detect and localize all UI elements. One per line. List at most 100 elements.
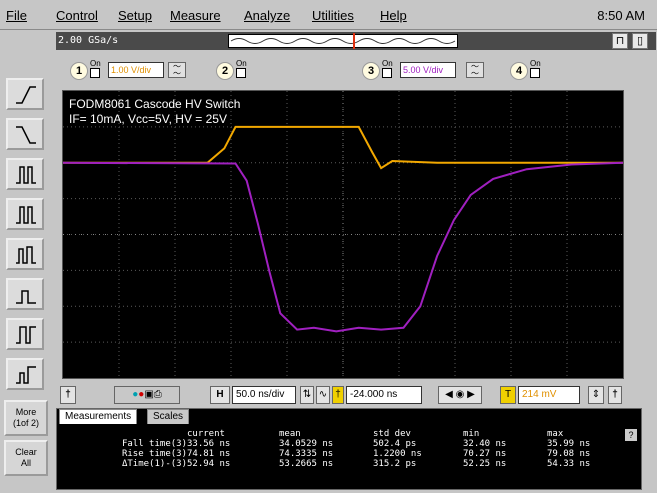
- row-label: ΔTime(1)-(3): [121, 459, 187, 469]
- trigger-toolbar: More (1of 2) Clear All: [0, 36, 52, 493]
- delay-input[interactable]: -24.000 ns: [346, 386, 422, 404]
- cell-current: 74.81 ns: [187, 449, 231, 459]
- print-icon[interactable]: ⎙: [154, 389, 162, 400]
- cell-std-dev: 502.4 ps: [373, 439, 417, 449]
- cell-min: 52.25 ns: [463, 459, 507, 469]
- memory-bar[interactable]: [228, 33, 458, 49]
- trigger-level-stepper[interactable]: ⇕: [588, 386, 604, 404]
- trigger-marker-button[interactable]: †: [608, 386, 622, 404]
- channel-1-button[interactable]: 1: [70, 62, 88, 80]
- trigger-level-button[interactable]: T: [500, 386, 516, 404]
- glitch-trigger-button[interactable]: [6, 238, 44, 270]
- rising-edge-trigger-button[interactable]: [6, 78, 44, 110]
- run-mode-button[interactable]: ⊓: [612, 33, 628, 49]
- channel-3-on-checkbox[interactable]: On: [382, 59, 402, 81]
- channel-1-scale-input[interactable]: 1.00 V/div: [108, 62, 164, 78]
- cell-min: 32.40 ns: [463, 439, 507, 449]
- cell-mean: 34.0529 ns: [279, 439, 334, 449]
- cell-mean: 74.3335 ns: [279, 449, 334, 459]
- table-row[interactable]: Fall time(3) 33.56 ns 34.0529 ns 502.4 p…: [57, 439, 643, 449]
- marker-button[interactable]: †: [60, 386, 76, 404]
- timebase-input[interactable]: 50.0 ns/div: [232, 386, 296, 404]
- channel-2-on-label: On: [236, 59, 247, 68]
- channel-2-on-checkbox[interactable]: On: [236, 59, 256, 81]
- more-page-label: (1of 2): [12, 418, 39, 428]
- header-min: min: [463, 429, 480, 439]
- timeout-icon: [16, 326, 36, 344]
- delay-nav-buttons[interactable]: ◀ ◉ ▶: [438, 386, 482, 404]
- menu-help[interactable]: Help: [380, 8, 407, 23]
- memory-waveform-icon: [230, 38, 456, 44]
- horizontal-bar: † ●●▣⎙ H 50.0 ns/div ⇅ ∿ † -24.000 ns ◀ …: [56, 382, 656, 408]
- cell-max: 79.08 ns: [547, 449, 591, 459]
- acquisition-bar: 2.00 GSa/s ⊓ ▯: [56, 32, 656, 50]
- more-button[interactable]: More (1of 2): [4, 400, 48, 436]
- channel-4-button[interactable]: 4: [510, 62, 528, 80]
- pulse-trigger-button[interactable]: [6, 158, 44, 190]
- glitch-icon: [16, 246, 36, 264]
- timebase-fine-button[interactable]: ∿: [316, 386, 330, 404]
- pulse-icon: [16, 166, 36, 184]
- clear-all-label: All: [20, 458, 31, 468]
- timebase-up-button[interactable]: ⇅: [300, 386, 314, 404]
- more-label: More: [15, 407, 37, 417]
- falling-edge-icon: [16, 126, 36, 144]
- measurement-panel: Measurements Scales ? current mean std d…: [56, 408, 642, 490]
- horizontal-button[interactable]: H: [210, 386, 230, 404]
- table-row[interactable]: ΔTime(1)-(3) 52.94 ns 53.2665 ns 315.2 p…: [57, 459, 643, 469]
- falling-edge-trigger-button[interactable]: [6, 118, 44, 150]
- channel-3-number: 3: [367, 65, 375, 77]
- channel-4-on-checkbox[interactable]: On: [530, 59, 550, 81]
- header-current: current: [187, 429, 225, 439]
- pattern-icon: [16, 366, 36, 384]
- cell-max: 35.99 ns: [547, 439, 591, 449]
- delay-marker-icon: †: [332, 386, 344, 404]
- trigger-level-input[interactable]: 214 mV: [518, 386, 580, 404]
- channel-1-coupling-button[interactable]: ～～: [168, 62, 186, 78]
- channel-2-button[interactable]: 2: [216, 62, 234, 80]
- timeout-trigger-button[interactable]: [6, 318, 44, 350]
- plot-title: FODM8061 Cascode HV Switch: [69, 97, 241, 111]
- tab-scales[interactable]: Scales: [147, 409, 190, 424]
- pattern-trigger-button[interactable]: [6, 358, 44, 390]
- runt-trigger-button[interactable]: [6, 278, 44, 310]
- trigger-position-marker[interactable]: [353, 33, 355, 49]
- table-header: current mean std dev min max: [57, 429, 643, 439]
- menu-utilities[interactable]: Utilities: [312, 8, 354, 23]
- header-std-dev: std dev: [373, 429, 411, 439]
- table-row[interactable]: Rise time(3) 74.81 ns 74.3335 ns 1.2200 …: [57, 449, 643, 459]
- clear-all-button[interactable]: Clear All: [4, 440, 48, 476]
- cell-current: 52.94 ns: [187, 459, 231, 469]
- channel-3-button[interactable]: 3: [362, 62, 380, 80]
- acquisition-controls: ●●▣⎙: [114, 386, 180, 404]
- menu-bar: File Control Setup Measure Analyze Utili…: [0, 0, 657, 30]
- row-label: Rise time(3): [121, 449, 187, 459]
- channel-3-on-label: On: [382, 59, 393, 68]
- save-icon[interactable]: ▣: [144, 389, 153, 400]
- rising-edge-icon: [16, 86, 36, 104]
- channel-1-number: 1: [75, 65, 83, 77]
- tab-measurements[interactable]: Measurements: [59, 409, 138, 424]
- header-mean: mean: [279, 429, 301, 439]
- menu-setup[interactable]: Setup: [118, 8, 152, 23]
- cell-std-dev: 315.2 ps: [373, 459, 417, 469]
- menu-file[interactable]: File: [6, 8, 27, 23]
- channel-3-coupling-button[interactable]: ～～: [466, 62, 484, 78]
- channel-1-on-label: On: [90, 59, 101, 68]
- menu-measure[interactable]: Measure: [170, 8, 221, 23]
- single-mode-button[interactable]: ▯: [632, 33, 648, 49]
- pulse-width-trigger-button[interactable]: [6, 198, 44, 230]
- cell-mean: 53.2665 ns: [279, 459, 334, 469]
- cell-max: 54.33 ns: [547, 459, 591, 469]
- channel-1-on-checkbox[interactable]: On: [90, 59, 110, 81]
- clock: 8:50 AM: [597, 8, 645, 23]
- channel-3-scale-input[interactable]: 5.00 V/div: [400, 62, 456, 78]
- menu-control[interactable]: Control: [56, 8, 98, 23]
- plot-annotation: FODM8061 Cascode HV Switch IF= 10mA, Vcc…: [69, 97, 240, 127]
- cell-min: 70.27 ns: [463, 449, 507, 459]
- channel-bar: 1 On 1.00 V/div ～～ 2 On 3 On 5.00 V/div …: [56, 56, 656, 84]
- waveform-chart[interactable]: [63, 91, 623, 378]
- pulse-width-icon: [16, 206, 36, 224]
- menu-analyze[interactable]: Analyze: [244, 8, 290, 23]
- waveform-display[interactable]: FODM8061 Cascode HV Switch IF= 10mA, Vcc…: [62, 90, 624, 379]
